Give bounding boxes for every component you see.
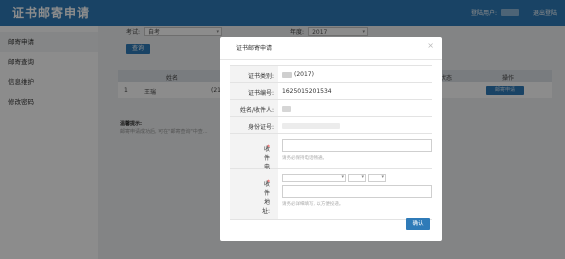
- redacted-cert-type: [282, 71, 292, 78]
- chevron-down-icon: ▾: [341, 174, 344, 180]
- cert-no-label: 证书编号:: [247, 90, 274, 97]
- cert-no-value: 1625015201534: [282, 88, 332, 95]
- recipient-label: 姓名/收件人:: [239, 107, 274, 114]
- divider: [220, 59, 442, 60]
- dialog-title: 证书邮寄申请: [236, 45, 273, 52]
- province-select[interactable]: ▾: [282, 174, 346, 182]
- address-hint: 请务必详细填写, 以方便投递。: [282, 202, 344, 207]
- close-icon[interactable]: ×: [427, 41, 434, 50]
- address-input[interactable]: [282, 185, 432, 198]
- id-label: 身份证号:: [247, 124, 274, 131]
- city-select[interactable]: ▾: [348, 174, 366, 182]
- form-row-phone: *收件电话: 请务必保持电话畅通。: [230, 134, 432, 180]
- form-row-id: 身份证号:: [230, 117, 432, 134]
- phone-hint: 请务必保持电话畅通。: [282, 156, 327, 161]
- address-label: 收件地址:: [261, 181, 271, 215]
- form-row-cert-no: 证书编号: 1625015201534: [230, 83, 432, 100]
- mail-form: 证书类别: (2017) 证书编号: 1625015201534 姓名/收件人:…: [230, 65, 432, 220]
- form-row-recipient: 姓名/收件人:: [230, 100, 432, 117]
- confirm-button[interactable]: 确认: [406, 218, 430, 230]
- chevron-down-icon: ▾: [381, 174, 384, 180]
- mail-apply-dialog: 证书邮寄申请 × 证书类别: (2017) 证书编号: 162501520153…: [220, 37, 442, 241]
- address-selects: ▾ ▾ ▾: [282, 174, 432, 182]
- redacted-id: [282, 122, 340, 129]
- chevron-down-icon: ▾: [361, 174, 364, 180]
- form-row-address: * 收件地址: ▾ ▾ ▾ 请务必详细填写, 以方便投递。: [230, 169, 432, 220]
- redacted-name: [282, 105, 291, 112]
- form-row-cert-type: 证书类别: (2017): [230, 66, 432, 83]
- cert-type-label: 证书类别:: [247, 73, 274, 80]
- phone-input[interactable]: [282, 139, 432, 152]
- cert-type-value: (2017): [294, 71, 314, 78]
- district-select[interactable]: ▾: [368, 174, 386, 182]
